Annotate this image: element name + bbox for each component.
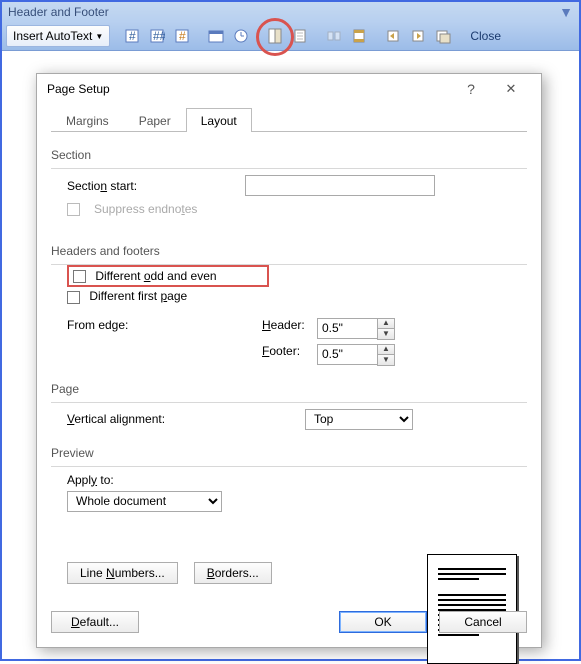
suppress-endnotes-label: Suppress endnotes xyxy=(94,202,197,216)
page-group-label: Page xyxy=(51,382,527,396)
dialog-title: Page Setup xyxy=(47,82,451,96)
svg-text:##: ## xyxy=(153,29,165,43)
preview-group-label: Preview xyxy=(51,446,527,460)
format-page-number-button[interactable]: # xyxy=(170,25,194,47)
footer-input[interactable] xyxy=(317,344,377,365)
header-label: Header: xyxy=(262,318,317,340)
insert-autotext-label: Insert AutoText xyxy=(13,29,92,43)
same-as-previous-button[interactable] xyxy=(322,25,346,47)
header-spin-up[interactable]: ▲ xyxy=(378,319,394,329)
different-first-page-label: Different first page xyxy=(89,289,187,303)
link-to-previous-button[interactable] xyxy=(431,25,455,47)
tab-margins[interactable]: Margins xyxy=(51,108,124,132)
insert-time-button[interactable] xyxy=(229,25,253,47)
insert-number-of-pages-button[interactable]: ## xyxy=(145,25,169,47)
close-button[interactable]: ✕ xyxy=(491,81,531,97)
different-odd-even-label: Different odd and even xyxy=(95,269,216,283)
toolbar-title: Header and Footer xyxy=(8,5,109,19)
footer-spin-up[interactable]: ▲ xyxy=(378,345,394,355)
page-setup-button[interactable] xyxy=(263,25,287,47)
headers-footers-group-label: Headers and footers xyxy=(51,244,527,258)
highlight-box: Different odd and even xyxy=(67,265,269,287)
show-next-button[interactable] xyxy=(406,25,430,47)
section-group-label: Section xyxy=(51,148,527,162)
tab-strip: Margins Paper Layout xyxy=(51,106,527,132)
switch-header-footer-button[interactable] xyxy=(347,25,371,47)
insert-date-button[interactable] xyxy=(204,25,228,47)
insert-page-number-button[interactable]: # xyxy=(120,25,144,47)
apply-to-select[interactable]: Whole document xyxy=(67,491,222,512)
footer-label: Footer: xyxy=(262,344,317,366)
different-odd-even-checkbox[interactable] xyxy=(73,270,86,283)
default-button[interactable]: Default... xyxy=(51,611,139,633)
section-start-select[interactable]: New page xyxy=(245,175,435,196)
header-input[interactable] xyxy=(317,318,377,339)
show-hide-document-text-button[interactable] xyxy=(288,25,312,47)
ok-button[interactable]: OK xyxy=(339,611,427,633)
borders-button[interactable]: Borders... xyxy=(194,562,272,584)
toolbar-dropdown-icon[interactable]: ▼ xyxy=(559,4,573,20)
from-edge-label: From edge: xyxy=(67,318,262,340)
show-previous-button[interactable] xyxy=(381,25,405,47)
tab-paper[interactable]: Paper xyxy=(124,108,186,132)
chevron-down-icon: ▼ xyxy=(95,32,103,41)
vertical-alignment-label: Vertical alignment: xyxy=(67,412,297,426)
line-numbers-button[interactable]: Line Numbers... xyxy=(67,562,178,584)
help-button[interactable]: ? xyxy=(451,81,491,97)
header-spin-down[interactable]: ▼ xyxy=(378,329,394,339)
page-setup-dialog: Page Setup ? ✕ Margins Paper Layout Sect… xyxy=(36,73,542,648)
footer-spin-down[interactable]: ▼ xyxy=(378,355,394,365)
insert-autotext-button[interactable]: Insert AutoText ▼ xyxy=(6,25,110,47)
svg-text:#: # xyxy=(129,29,136,43)
different-first-page-checkbox[interactable] xyxy=(67,291,80,304)
section-start-label: Section start: xyxy=(67,179,237,193)
cancel-button[interactable]: Cancel xyxy=(439,611,527,633)
tab-layout[interactable]: Layout xyxy=(186,108,252,132)
close-header-footer-button[interactable]: Close xyxy=(465,25,506,47)
header-footer-toolbar: Header and Footer ▼ Insert AutoText ▼ # … xyxy=(2,2,579,51)
suppress-endnotes-checkbox xyxy=(67,203,80,216)
svg-text:#: # xyxy=(179,29,186,43)
apply-to-label: Apply to: xyxy=(67,473,527,487)
vertical-alignment-select[interactable]: Top xyxy=(305,409,413,430)
